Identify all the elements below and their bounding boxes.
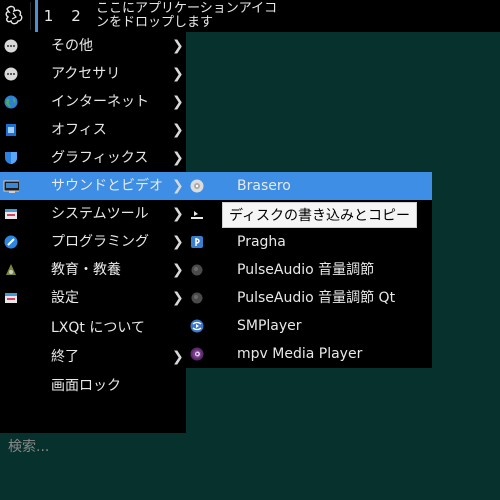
submenu-arrow-icon: ❯ [172, 290, 184, 306]
menu-item-about-lxqt[interactable]: LXQt について [0, 314, 186, 342]
submenu-arrow-icon: ❯ [172, 206, 184, 222]
menu-item-internet[interactable]: インターネット ❯ [0, 88, 186, 116]
pulseaudio-qt-icon [191, 292, 203, 304]
menu-item-label: サウンドとビデオ [51, 178, 163, 194]
menu-item-label: 教育・教養 [51, 262, 121, 278]
submenu-item-brasero[interactable]: Brasero [186, 172, 432, 200]
desktop-switch-1[interactable]: 1 [35, 0, 59, 32]
menu-search-input[interactable]: 検索... [8, 435, 178, 459]
taskbar-separator [30, 2, 31, 30]
submenu-arrow-icon: ❯ [172, 150, 184, 166]
internet-globe-icon [4, 95, 18, 109]
submenu-item-mpv[interactable]: mpv Media Player [186, 340, 432, 368]
sound-video-icon [3, 180, 19, 193]
menu-item-programming[interactable]: プログラミング ❯ [0, 228, 186, 256]
submenu-item-label: Pragha [237, 234, 286, 250]
submenu-arrow-icon: ❯ [172, 94, 184, 110]
smplayer-icon [190, 319, 204, 333]
submenu-item-smplayer[interactable]: SMPlayer [186, 312, 432, 340]
submenu-item-label: Brasero [237, 178, 291, 194]
submenu-item-label: PulseAudio 音量調節 [237, 262, 375, 278]
menu-item-label: オフィス [51, 122, 107, 138]
submenu-arrow-icon: ❯ [172, 234, 184, 250]
quicklaunch-drop-hint: ここにアプリケーションアイコンをドロップします [96, 1, 278, 30]
submenu-arrow-icon: ❯ [172, 122, 184, 138]
brasero-disc-icon [190, 179, 204, 193]
menu-item-system-tools[interactable]: システムツール ❯ [0, 200, 186, 228]
accessories-icon [4, 67, 18, 81]
menu-item-leave[interactable]: 終了 ❯ [0, 343, 186, 371]
application-menu: その他 ❯ アクセサリ ❯ インターネット ❯ オフィス ❯ グラフィックス ❯ [0, 32, 186, 455]
submenu-item-pragha[interactable]: Pragha [186, 228, 432, 256]
pragha-icon [191, 236, 203, 248]
menu-item-label: 画面ロック [51, 378, 121, 394]
menu-item-label: その他 [51, 38, 93, 54]
programming-icon [4, 235, 18, 249]
office-icon [6, 124, 16, 136]
menu-item-label: 設定 [51, 290, 79, 306]
menu-item-graphics[interactable]: グラフィックス ❯ [0, 144, 186, 172]
menu-item-settings[interactable]: 設定 ❯ [0, 284, 186, 312]
pulseaudio-icon [191, 264, 203, 276]
submenu-arrow-icon: ❯ [172, 262, 184, 278]
system-tools-icon [5, 209, 17, 219]
menu-item-label: LXQt について [51, 320, 145, 336]
menu-item-other[interactable]: その他 ❯ [0, 32, 186, 60]
mpv-icon [190, 347, 204, 361]
menu-item-label: アクセサリ [51, 66, 121, 82]
submenu-item-label: mpv Media Player [237, 346, 363, 362]
submenu-item-pulseaudio-qt[interactable]: PulseAudio 音量調節 Qt [186, 284, 432, 312]
education-icon [6, 264, 16, 275]
xfburn-icon [191, 211, 203, 219]
menu-item-label: プログラミング [51, 234, 149, 250]
lxqt-logo-icon [5, 5, 23, 25]
menu-item-label: グラフィックス [51, 150, 149, 166]
menu-item-label: インターネット [51, 94, 149, 110]
desktop-switch-2[interactable]: 2 [64, 0, 88, 32]
settings-icon [5, 293, 17, 303]
start-menu-button[interactable] [0, 0, 30, 32]
menu-item-label: システムツール [51, 206, 149, 222]
graphics-icon [5, 152, 17, 164]
other-icon [4, 39, 18, 53]
menu-item-accessories[interactable]: アクセサリ ❯ [0, 60, 186, 88]
submenu-arrow-icon: ❯ [172, 349, 184, 365]
tooltip: ディスクの書き込みとコピー [222, 202, 418, 228]
menu-item-sound-video[interactable]: サウンドとビデオ ❯ [0, 172, 186, 200]
taskbar: 1 2 ここにアプリケーションアイコンをドロップします [0, 0, 500, 32]
submenu-arrow-icon: ❯ [172, 38, 184, 54]
submenu-arrow-icon: ❯ [172, 178, 184, 194]
menu-item-education[interactable]: 教育・教養 ❯ [0, 256, 186, 284]
submenu-item-pulseaudio[interactable]: PulseAudio 音量調節 [186, 256, 432, 284]
menu-item-office[interactable]: オフィス ❯ [0, 116, 186, 144]
submenu-item-label: SMPlayer [237, 318, 302, 334]
submenu-item-label: PulseAudio 音量調節 Qt [237, 290, 396, 306]
submenu-arrow-icon: ❯ [172, 66, 184, 82]
menu-item-lock-screen[interactable]: 画面ロック [0, 372, 186, 400]
menu-item-label: 終了 [51, 349, 79, 365]
